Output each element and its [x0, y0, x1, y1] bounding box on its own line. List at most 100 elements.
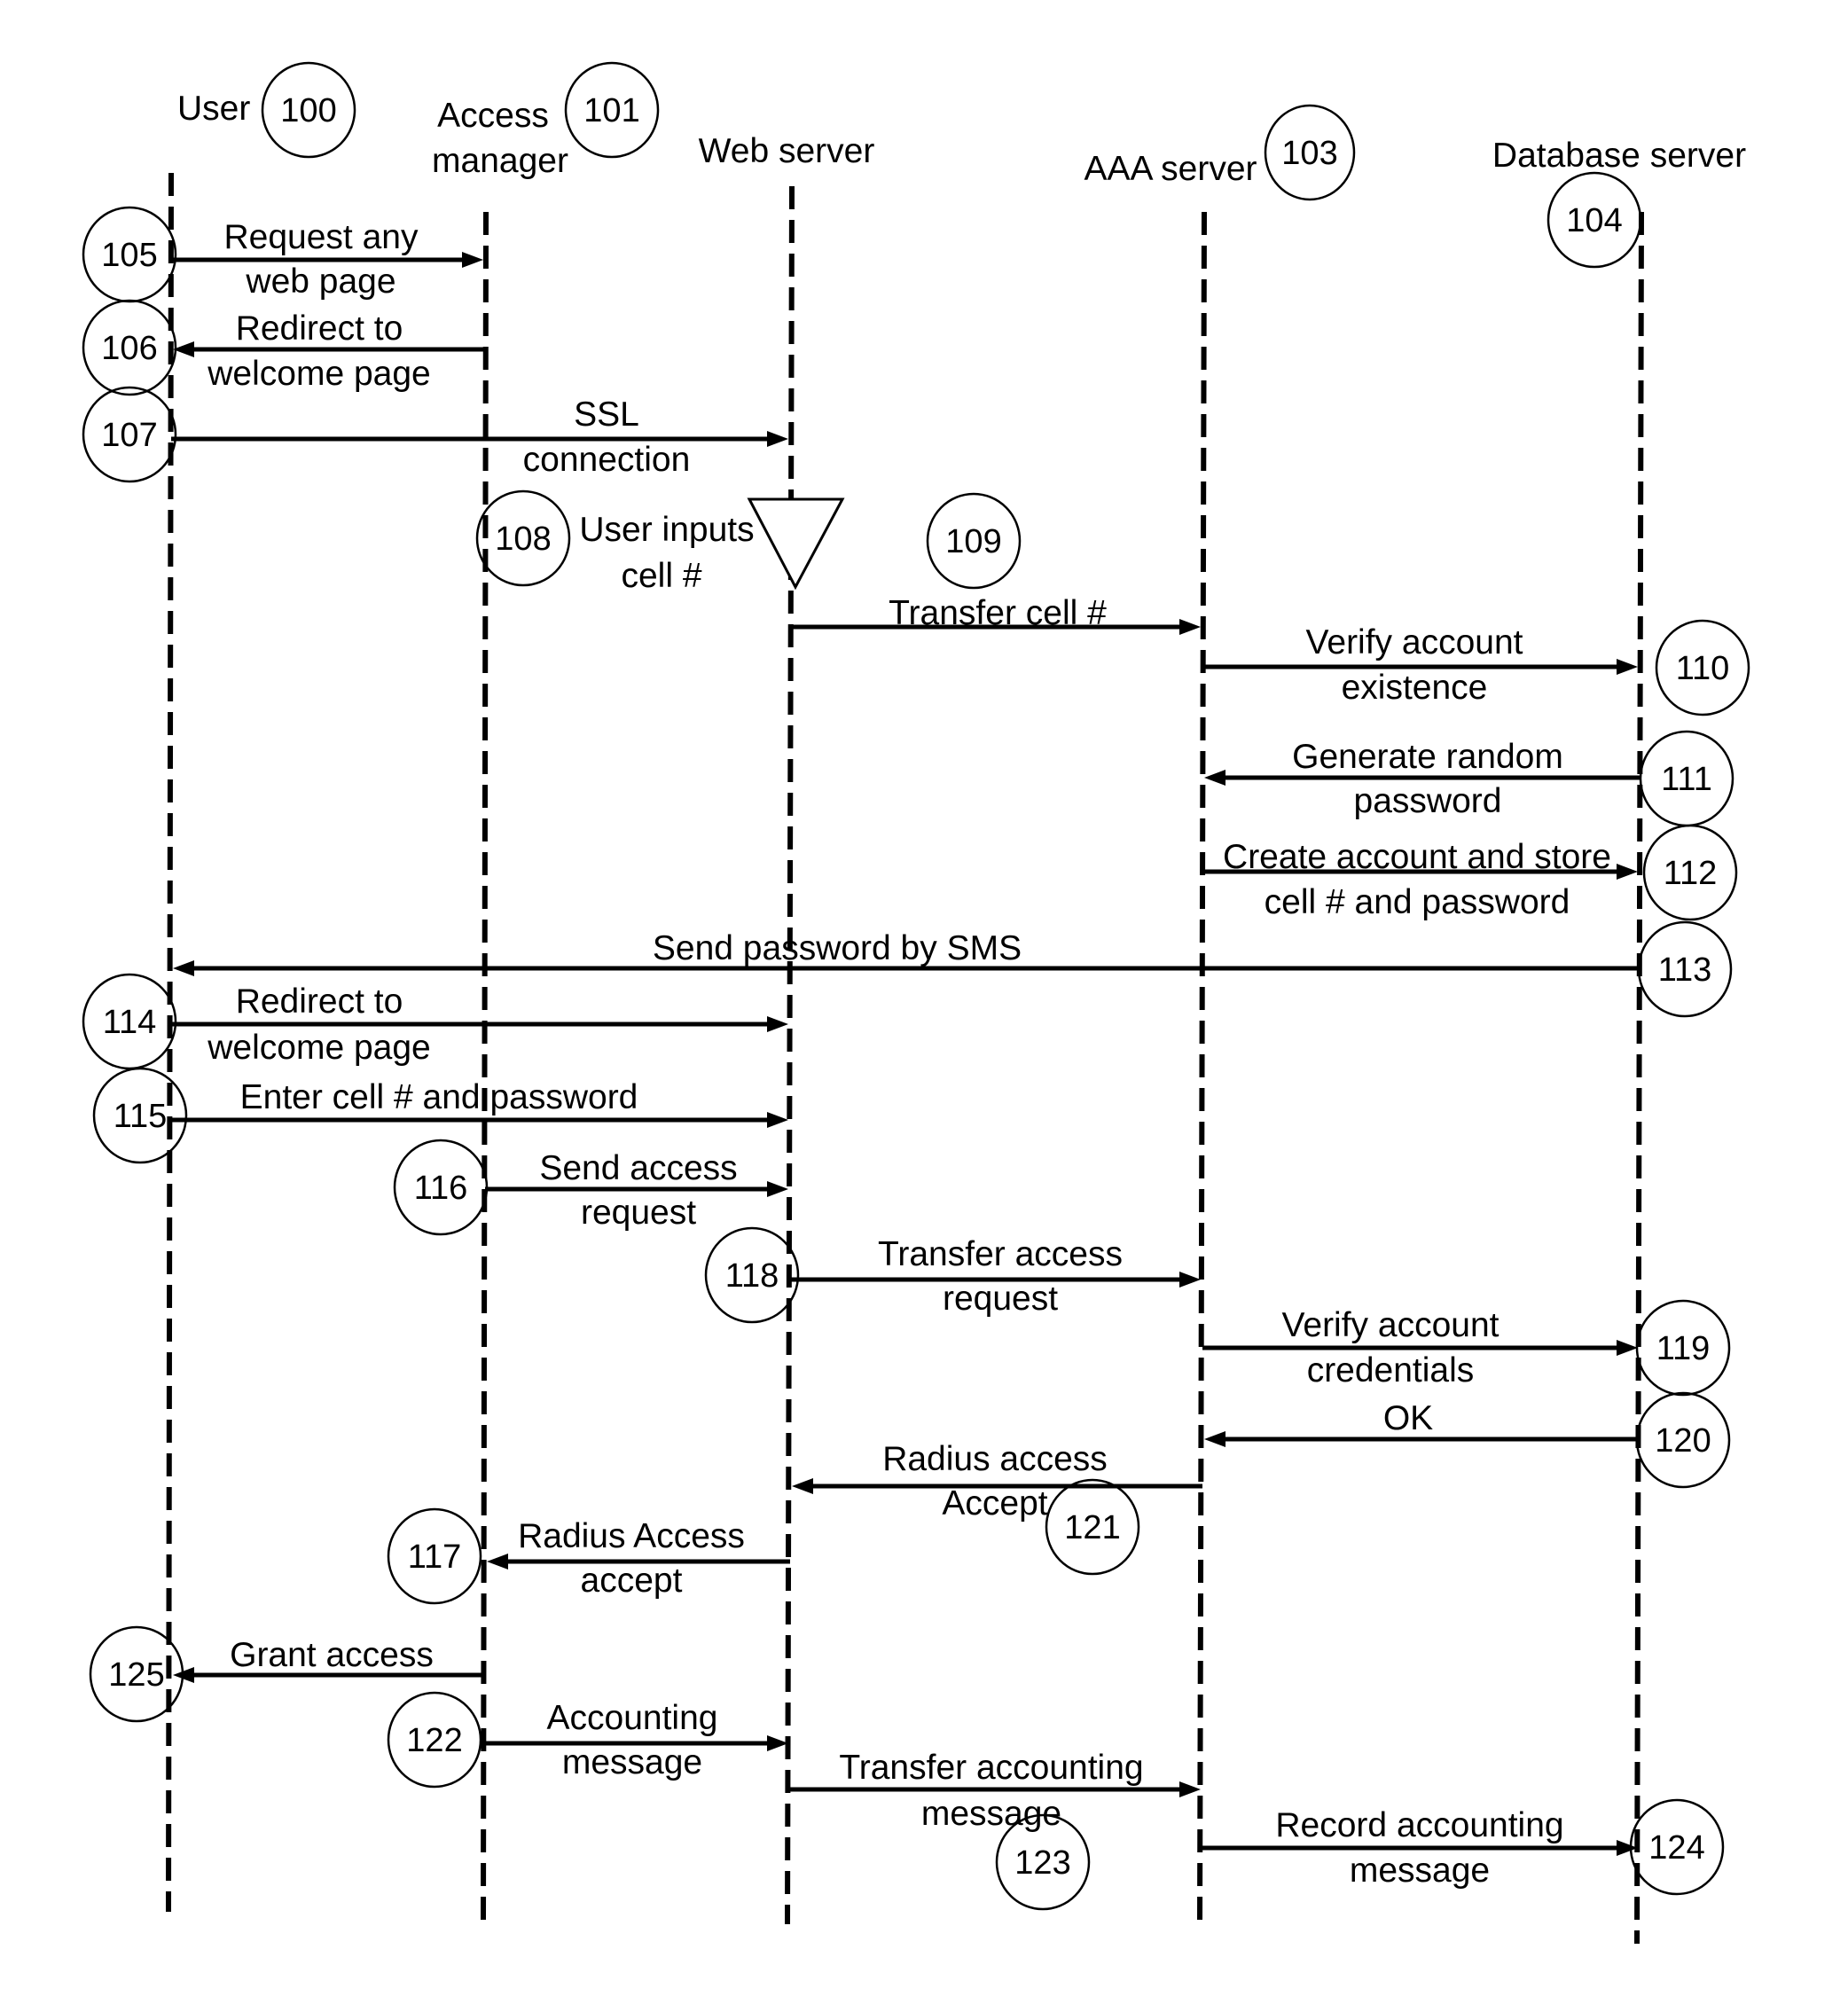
message-122: Accounting message 122 — [387, 1691, 788, 1789]
ref-number: 101 — [583, 92, 639, 129]
participant-label-line2: manager — [432, 142, 568, 180]
message-120: OK 120 — [1204, 1391, 1731, 1489]
arrowhead-icon — [1617, 1340, 1638, 1356]
ref-number: 108 — [495, 521, 551, 558]
ref-109: 109 — [926, 492, 1022, 590]
message-117: Radius Access accept 117 — [387, 1507, 790, 1605]
lifeline-database-server — [1634, 211, 1644, 1945]
ref-number: 107 — [101, 417, 157, 454]
message-label: Radius access — [882, 1440, 1108, 1478]
message-112: Create account and store cell # and passw… — [1202, 824, 1738, 921]
message-107: SSL connection 107 — [82, 386, 788, 483]
note-label-line2: cell # — [621, 557, 701, 595]
arrowhead-icon — [792, 1478, 813, 1494]
arrowhead-icon — [487, 1554, 508, 1570]
note-108: 108 User inputs cell # — [475, 489, 845, 595]
ref-number: 117 — [408, 1538, 462, 1576]
participant-label: Web server — [699, 132, 875, 170]
ref-number: 114 — [103, 1004, 157, 1041]
message-label: welcome page — [207, 1029, 430, 1067]
message-113: Send password by SMS 113 — [173, 920, 1733, 1018]
message-label: SSL — [574, 395, 639, 434]
messages: Request any web page 105 Redirect to welcome… — [82, 206, 1750, 1911]
message-114: Redirect to welcome page 114 — [82, 973, 788, 1070]
ref-number: 121 — [1064, 1509, 1120, 1546]
arrowhead-icon — [767, 1112, 788, 1128]
ref-number: 116 — [414, 1170, 468, 1207]
participant-user: User 100 — [177, 61, 356, 159]
message-label: message — [921, 1795, 1061, 1833]
message-label: existence — [1342, 669, 1488, 707]
note-label-line1: User inputs — [579, 511, 754, 549]
sequence-diagram: User 100 Access manager 101 Web server A… — [82, 61, 1750, 1945]
message-label: Redirect to — [236, 309, 403, 348]
arrowhead-icon — [1204, 1431, 1225, 1447]
participant-access-manager: Access manager 101 — [432, 61, 660, 180]
ref-number: 103 — [1281, 135, 1337, 172]
arrowhead-icon — [767, 1735, 788, 1751]
ref-number: 100 — [280, 92, 336, 129]
ref-number: 120 — [1655, 1422, 1711, 1460]
message-label: Enter cell # and password — [240, 1078, 638, 1116]
message-124: Record accounting message 124 — [1202, 1798, 1725, 1896]
lifeline-access-manager — [481, 211, 489, 1925]
ref-number: 112 — [1664, 855, 1718, 892]
arrowhead-icon — [767, 1181, 788, 1197]
message-label: cell # and password — [1265, 883, 1570, 921]
arrowhead-icon — [462, 252, 483, 268]
ref-number: 113 — [1658, 951, 1712, 989]
arrowhead-icon — [1617, 659, 1638, 675]
participant-label: User — [177, 90, 250, 128]
ref-number: 124 — [1648, 1829, 1704, 1867]
message-label: Accounting — [547, 1699, 718, 1737]
message-label: credentials — [1307, 1351, 1475, 1389]
lifeline-aaa-server — [1197, 211, 1207, 1925]
message-label: Verify account — [1306, 623, 1523, 661]
message-label: connection — [523, 441, 691, 479]
message-label: web page — [245, 262, 395, 301]
message-119: Verify account credentials 119 — [1202, 1299, 1731, 1397]
arrowhead-icon — [1617, 864, 1638, 880]
message-label: Create account and store — [1223, 838, 1611, 876]
message-105: Request any web page 105 — [82, 206, 483, 303]
triangle-down-icon — [747, 497, 845, 591]
arrowhead-icon — [767, 1016, 788, 1032]
message-label: accept — [581, 1562, 683, 1600]
message-118: Transfer access request 118 — [704, 1226, 1201, 1324]
message-label: Verify account — [1282, 1306, 1500, 1344]
ref-number: 119 — [1656, 1330, 1711, 1367]
arrowhead-icon — [173, 960, 194, 976]
message-label: request — [581, 1194, 696, 1232]
ref-number: 123 — [1014, 1844, 1070, 1882]
message-label: Radius Access — [518, 1517, 745, 1555]
message-label: Redirect to — [236, 982, 403, 1021]
arrowhead-icon — [1204, 770, 1225, 786]
participant-aaa-server: AAA server 103 — [1084, 104, 1356, 201]
message-111: Generate random password 111 — [1204, 730, 1734, 827]
message-label: Send access — [539, 1149, 737, 1187]
arrowhead-icon — [767, 431, 788, 447]
message-label: message — [562, 1743, 702, 1781]
participant-web-server: Web server — [699, 132, 875, 170]
message-label: Record accounting — [1275, 1806, 1563, 1844]
message-106: Redirect to welcome page 106 — [82, 299, 485, 396]
message-label: Transfer accounting — [839, 1749, 1143, 1787]
ref-number: 110 — [1676, 650, 1730, 687]
message-label: Transfer cell # — [889, 594, 1107, 632]
ref-number: 115 — [114, 1098, 168, 1135]
message-116: Send access request 116 — [393, 1139, 788, 1236]
message-label: Grant access — [230, 1636, 434, 1674]
message-label: Send password by SMS — [653, 929, 1022, 967]
participant-label: Database server — [1492, 137, 1746, 175]
lifeline-web-server — [785, 185, 795, 1925]
arrowhead-icon — [1179, 1272, 1201, 1288]
ref-number: 125 — [108, 1656, 164, 1694]
participant-label-line1: Access — [437, 97, 549, 135]
ref-number: 104 — [1566, 202, 1622, 239]
participant-database-server: Database server 104 — [1492, 137, 1746, 269]
message-label: message — [1350, 1851, 1490, 1890]
message-123: Transfer accounting message 123 — [790, 1749, 1201, 1911]
ref-number: 122 — [406, 1722, 462, 1759]
ref-number: 109 — [945, 523, 1001, 560]
ref-number: 111 — [1661, 761, 1712, 798]
